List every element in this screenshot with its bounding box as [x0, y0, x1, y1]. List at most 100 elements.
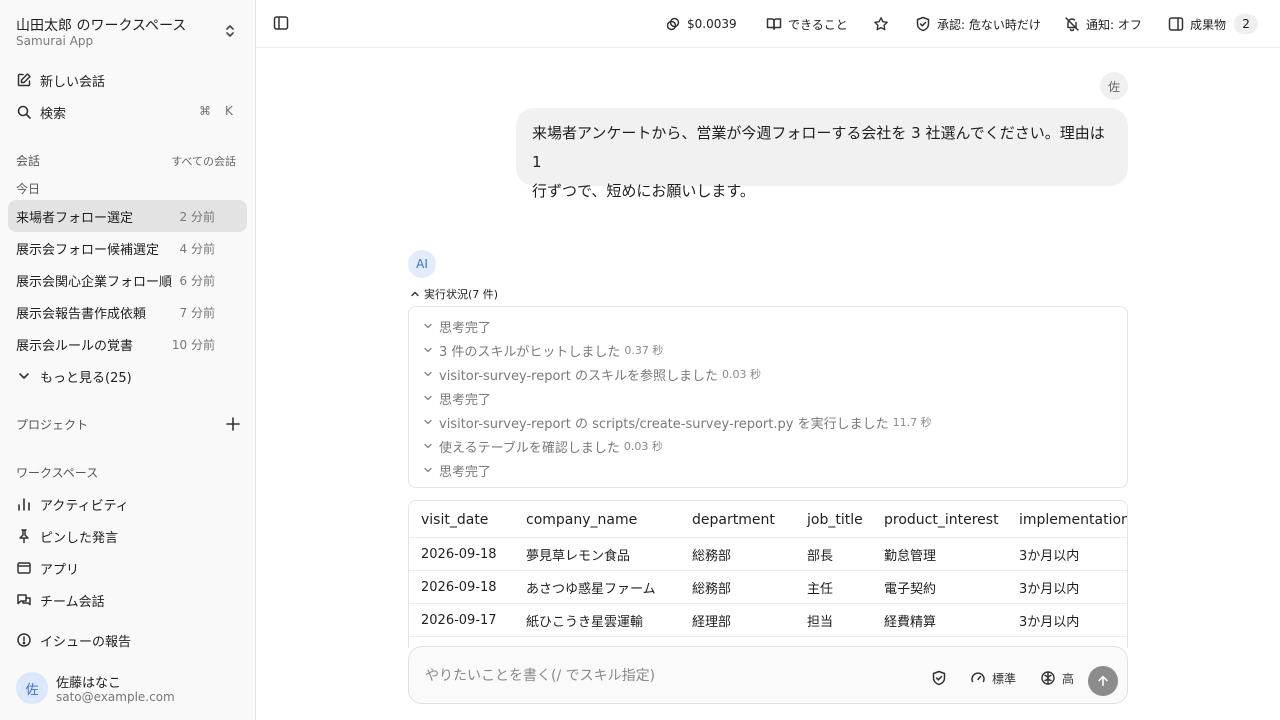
- notification-setting-button[interactable]: 通知: オフ: [1064, 14, 1142, 34]
- user-message-line: 行ずつで、短めにお願いします。: [532, 182, 755, 200]
- capabilities-button[interactable]: できること: [766, 14, 848, 34]
- table-header-cell: company_name: [526, 511, 638, 528]
- reasoning-level-label: 高: [1062, 671, 1075, 686]
- search-icon: [16, 104, 32, 120]
- exec-step[interactable]: 使えるテーブルを確認しました 0.03 秒: [423, 436, 663, 456]
- sidebar-item-team-chat[interactable]: チーム会話: [8, 585, 247, 615]
- favorite-button[interactable]: [873, 14, 895, 34]
- cost-value: $0.0039: [687, 17, 737, 31]
- conversation-item[interactable]: 展示会ルールの覚書 10 分前: [8, 328, 247, 360]
- exec-step[interactable]: 3 件のスキルがヒットしました 0.37 秒: [423, 340, 663, 360]
- arrow-up-icon: [1098, 675, 1108, 687]
- approval-setting-button[interactable]: 承認: 危ない時だけ: [915, 14, 1041, 34]
- speed-mode-button[interactable]: 標準: [970, 669, 1016, 687]
- exec-steps-panel: 思考完了 3 件のスキルがヒットしました 0.37 秒 visitor-surv…: [408, 306, 1128, 488]
- table-cell: 勤怠管理: [884, 549, 937, 564]
- conversation-time: 4 分前: [179, 241, 215, 256]
- user-message-line: 来場者アンケートから、営業が今週フォローする会社を 3 社選んでください。理由は…: [532, 124, 1105, 171]
- approval-mode-button[interactable]: [931, 669, 953, 687]
- message-input[interactable]: [425, 664, 905, 688]
- sidebar-item-activity[interactable]: アクティビティ: [8, 489, 247, 519]
- table-row: 2026-09-18 あさつゆ惑星ファーム 総務部 主任 電子契約 3か月以内: [409, 571, 1127, 604]
- report-issue-button[interactable]: イシューの報告: [8, 625, 247, 655]
- search-button[interactable]: 検索: [8, 97, 247, 127]
- conversation-time: 2 分前: [179, 209, 215, 224]
- chevron-down-icon: [424, 347, 432, 353]
- user-message: 来場者アンケートから、営業が今週フォローする会社を 3 社選んでください。理由は…: [516, 108, 1128, 200]
- reasoning-level-button[interactable]: 高: [1040, 669, 1074, 687]
- cost-indicator[interactable]: $0.0039: [665, 14, 737, 34]
- show-more-button[interactable]: もっと見る(25): [8, 361, 247, 391]
- workspace-title[interactable]: 山田太郎 のワークスペース: [16, 15, 186, 35]
- table-cell: 2026-09-18: [421, 580, 497, 595]
- workspace-subtitle: Samurai App: [16, 34, 94, 48]
- exec-step[interactable]: visitor-survey-report のスキルを参照しました 0.03 秒: [423, 364, 761, 384]
- today-label: 今日: [16, 182, 41, 196]
- ai-avatar: AI: [408, 250, 436, 278]
- conversation-title: 展示会関心企業フォロー順: [16, 274, 173, 290]
- conversation-item[interactable]: 展示会フォロー候補選定 4 分前: [8, 232, 247, 264]
- send-button[interactable]: [1088, 666, 1118, 696]
- app-window-icon: [16, 560, 32, 576]
- exec-step[interactable]: 思考完了: [423, 460, 491, 480]
- table-cell: 総務部: [692, 549, 732, 564]
- exec-status-label: 実行状況(7 件): [424, 288, 499, 301]
- chevron-down-icon: [424, 467, 432, 473]
- new-chat-button[interactable]: 新しい会話: [8, 65, 247, 95]
- chevron-down-icon: [424, 443, 432, 449]
- edit-icon: [16, 72, 32, 88]
- exec-step-text: 使えるテーブルを確認しました: [439, 440, 620, 456]
- search-shortcut-key: K: [225, 104, 233, 118]
- chevron-down-icon: [424, 371, 432, 377]
- exec-step-duration: 0.03 秒: [623, 440, 663, 453]
- conversation-title: 展示会ルールの覚書: [16, 338, 134, 354]
- chevron-down-icon: [16, 368, 32, 384]
- all-conversations-link[interactable]: すべての会話: [171, 153, 236, 169]
- gauge-icon: [971, 672, 985, 683]
- exec-step[interactable]: visitor-survey-report の scripts/create-s…: [423, 412, 932, 432]
- shield-check-icon: [916, 16, 930, 32]
- exec-step-duration: 11.7 秒: [892, 416, 932, 429]
- exec-step-text: 3 件のスキルがヒットしました: [439, 344, 621, 360]
- table-header-cell: visit_date: [421, 511, 489, 528]
- panel-right-icon: [1168, 17, 1184, 31]
- conversation-time: 7 分前: [179, 305, 215, 320]
- table-cell: 夢見草レモン食品: [526, 549, 631, 564]
- exec-status-toggle[interactable]: 実行状況(7 件): [410, 286, 498, 302]
- conversation-item[interactable]: 展示会関心企業フォロー順 6 分前: [8, 264, 247, 296]
- exec-step-text: visitor-survey-report の scripts/create-s…: [439, 416, 889, 432]
- chevron-down-icon: [424, 419, 432, 425]
- table-cell: あさつゆ惑星ファーム: [526, 582, 656, 597]
- table-cell: 3か月以内: [1019, 582, 1080, 597]
- exec-step[interactable]: 思考完了: [423, 316, 491, 336]
- search-label: 検索: [40, 106, 67, 122]
- table-cell: 電子契約: [884, 582, 937, 597]
- conversation-item[interactable]: 展示会報告書作成依頼 7 分前: [8, 296, 247, 328]
- coin-link-icon: [666, 17, 680, 31]
- table-header-cell: implementation_: [1019, 511, 1128, 528]
- workspace-switcher-icon[interactable]: [222, 23, 240, 41]
- conversation-title: 展示会フォロー候補選定: [16, 242, 160, 258]
- sidebar-item-label: アクティビティ: [40, 498, 129, 514]
- brain-icon: [1041, 671, 1055, 685]
- artifacts-button[interactable]: 成果物 2: [1168, 14, 1259, 34]
- bar-chart-icon: [16, 496, 32, 512]
- exec-step[interactable]: 思考完了: [423, 388, 491, 408]
- chat-bubbles-icon: [16, 592, 32, 608]
- search-shortcut-cmd: ⌘: [199, 104, 211, 118]
- sidebar-item-apps[interactable]: アプリ: [8, 553, 247, 583]
- result-table[interactable]: visit_date company_name department job_t…: [408, 500, 1128, 648]
- table-cell: 紙ひこうき星雲運輸: [526, 615, 644, 630]
- user-avatar: 佐: [1100, 72, 1128, 100]
- add-project-icon[interactable]: [225, 416, 241, 432]
- chevron-down-icon: [424, 395, 432, 401]
- exec-step-duration: 0.37 秒: [624, 344, 664, 357]
- toggle-sidebar-icon[interactable]: [273, 15, 291, 33]
- top-header: $0.0039 できること 承認: 危ない時だけ 通知: オフ 成果物 2: [256, 0, 1280, 48]
- conversation-title: 展示会報告書作成依頼: [16, 306, 147, 322]
- exec-step-text: 思考完了: [439, 320, 492, 336]
- show-more-label: もっと見る(25): [40, 370, 132, 386]
- sidebar-item-pinned[interactable]: ピンした発言: [8, 521, 247, 551]
- sidebar-item-label: チーム会話: [40, 594, 105, 610]
- conversation-item[interactable]: 来場者フォロー選定 2 分前: [8, 200, 247, 232]
